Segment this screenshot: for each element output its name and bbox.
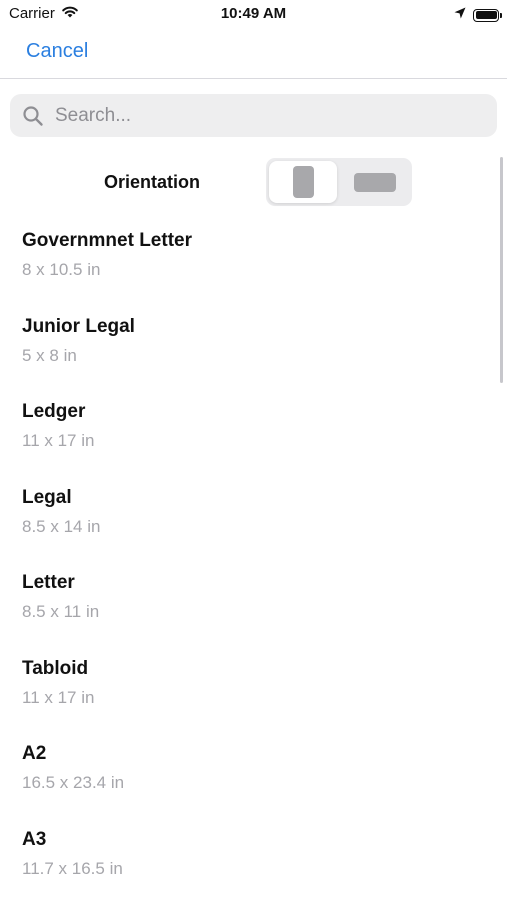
- status-right-group: [454, 6, 502, 24]
- paper-dimensions: 8 x 10.5 in: [22, 260, 101, 279]
- paper-name: Ledger: [22, 401, 86, 422]
- paper-dimensions: 16.5 x 23.4 in: [22, 773, 125, 792]
- paper-dimensions: 11 x 17 in: [22, 687, 95, 707]
- paper-name: A3: [22, 828, 47, 850]
- paper-size-picker-screen: Carrier 10:49 AM Cancel Search... Orient…: [0, 0, 507, 900]
- search-input[interactable]: [53, 103, 477, 128]
- orientation-landscape-segment[interactable]: [341, 161, 409, 203]
- status-bar: Carrier 10:49 AM: [0, 0, 507, 28]
- paper-dimensions: 8.5 x 11 in: [22, 602, 100, 621]
- list-item[interactable]: Legal 8.5 x 14 in: [0, 481, 500, 567]
- list-item[interactable]: Letter 8.5 x 11 in: [0, 566, 500, 652]
- scroll-indicator[interactable]: [500, 157, 503, 383]
- list-item[interactable]: Ledger 11 x 17 in: [0, 395, 500, 481]
- list-item[interactable]: Governmnet Letter 8 x 10.5 in: [0, 224, 500, 310]
- orientation-label: Orientation: [104, 172, 201, 192]
- status-time: 10:49 AM: [220, 5, 287, 22]
- paper-size-list: Governmnet Letter 8 x 10.5 in Junior Leg…: [0, 224, 500, 900]
- location-arrow-icon: [454, 6, 466, 24]
- list-item[interactable]: A2 16.5 x 23.4 in: [0, 737, 500, 823]
- orientation-portrait-segment[interactable]: [269, 161, 337, 203]
- paper-name: Letter: [22, 572, 75, 593]
- paper-dimensions: 5 x 8 in: [22, 345, 77, 365]
- paper-name: Junior Legal: [22, 315, 135, 337]
- list-item[interactable]: Junior Legal 5 x 8 in: [0, 310, 500, 396]
- paper-name: Governmnet Letter: [22, 230, 192, 251]
- cancel-button[interactable]: Cancel: [26, 40, 88, 63]
- paper-dimensions: 8.5 x 14 in: [22, 516, 101, 536]
- paper-dimensions: 11 x 17 in: [22, 431, 95, 450]
- paper-name: A2: [22, 743, 47, 764]
- search-icon: [22, 105, 44, 127]
- search-bar[interactable]: [10, 94, 497, 137]
- navigation-bar: Cancel: [0, 28, 507, 79]
- paper-dimensions: 11.7 x 16.5 in: [22, 858, 123, 878]
- portrait-page-icon: [292, 166, 314, 198]
- list-item[interactable]: Tabloid 11 x 17 in: [0, 652, 500, 738]
- battery-icon: [473, 8, 502, 22]
- list-item[interactable]: A3 11.7 x 16.5 in: [0, 823, 500, 900]
- landscape-page-icon: [354, 172, 396, 192]
- orientation-row: Orientation: [0, 156, 507, 208]
- paper-name: Tabloid: [22, 657, 89, 679]
- paper-name: Legal: [22, 486, 72, 508]
- orientation-segmented-control[interactable]: [266, 158, 412, 206]
